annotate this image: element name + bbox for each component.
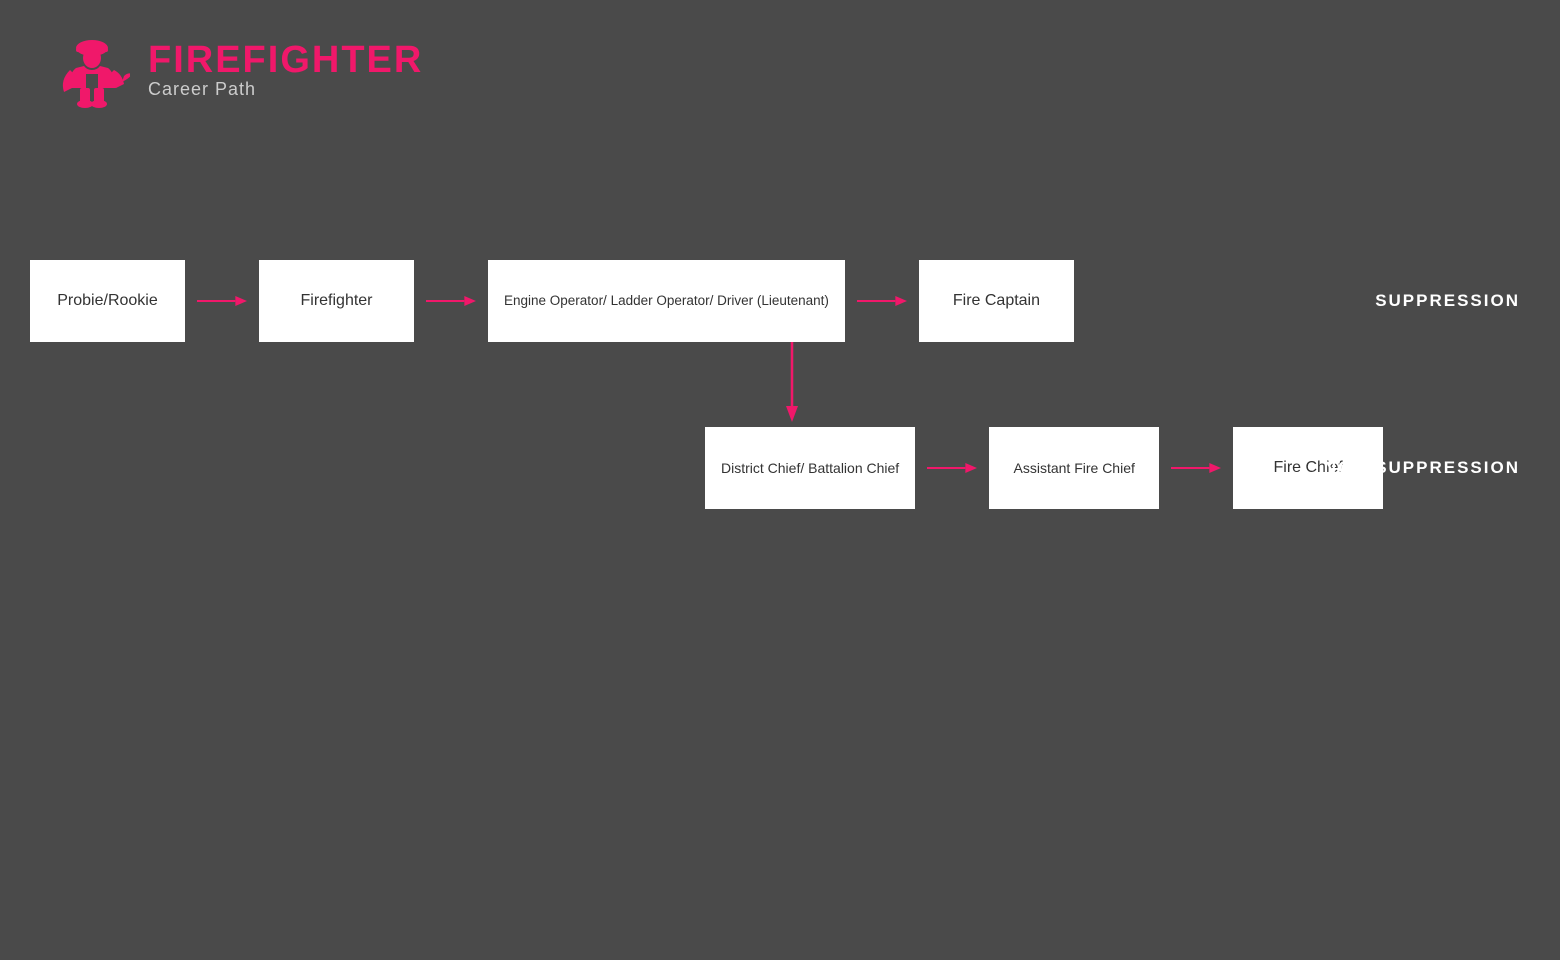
- district-chief-box: District Chief/ Battalion Chief: [705, 427, 915, 509]
- probie-rookie-label: Probie/Rookie: [57, 291, 158, 312]
- suppression-row: Probie/Rookie Firefighter Engine Operato…: [30, 260, 1530, 342]
- arrow-dc-to-afc: [927, 456, 977, 480]
- vertical-arrow-section: [30, 342, 1530, 427]
- probie-rookie-box: Probie/Rookie: [30, 260, 185, 342]
- page-subtitle: Career Path: [148, 79, 423, 100]
- fire-captain-box: Fire Captain: [919, 260, 1074, 342]
- engine-operator-box: Engine Operator/ Ladder Operator/ Driver…: [488, 260, 845, 342]
- arrow-probie-to-ff: [197, 289, 247, 313]
- career-path-diagram: Probie/Rookie Firefighter Engine Operato…: [30, 260, 1530, 509]
- arrow-ff-to-eo: [426, 289, 476, 313]
- suppression-label: SUPPRESSION: [1375, 291, 1520, 311]
- page-header: FIREFIGHTER Career Path: [50, 30, 423, 110]
- header-text-block: FIREFIGHTER Career Path: [148, 41, 423, 100]
- district-chief-label: District Chief/ Battalion Chief: [721, 459, 899, 477]
- non-suppression-row: District Chief/ Battalion Chief Assistan…: [30, 427, 1530, 509]
- arrow-eo-to-fc: [857, 289, 907, 313]
- firefighter-box: Firefighter: [259, 260, 414, 342]
- assistant-fire-chief-box: Assistant Fire Chief: [989, 427, 1159, 509]
- fire-captain-label: Fire Captain: [953, 291, 1040, 312]
- arrow-afc-to-fchief: [1171, 456, 1221, 480]
- assistant-fire-chief-label: Assistant Fire Chief: [1014, 459, 1135, 477]
- firefighter-label: Firefighter: [300, 291, 372, 312]
- non-suppression-label: NON-SUPPRESSION: [1324, 458, 1520, 478]
- firefighter-icon: [50, 30, 130, 110]
- engine-operator-label: Engine Operator/ Ladder Operator/ Driver…: [504, 292, 829, 310]
- page-title: FIREFIGHTER: [148, 41, 423, 79]
